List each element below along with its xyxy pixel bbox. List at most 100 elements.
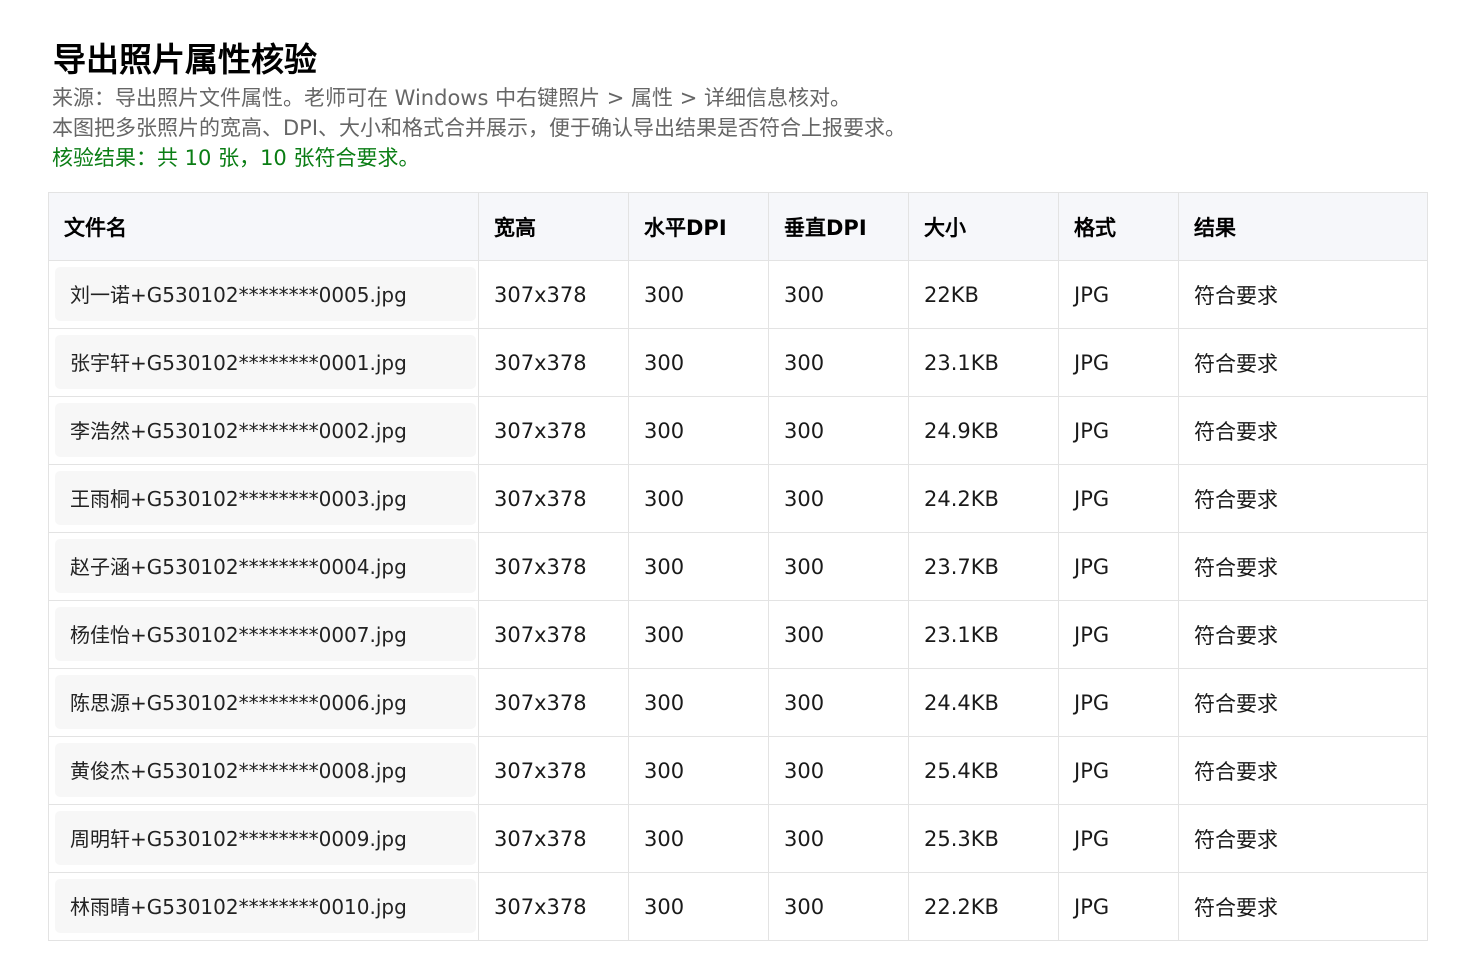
- cell-dimensions: 307x378: [479, 261, 629, 328]
- column-header-vertical-dpi: 垂直DPI: [769, 193, 909, 260]
- cell-vertical-dpi: 300: [769, 805, 909, 872]
- cell-filename: 陈思源+G530102********0006.jpg: [49, 669, 479, 736]
- filename-text: 王雨桐+G530102********0003.jpg: [55, 470, 476, 525]
- table-body: 刘一诺+G530102********0005.jpg 307x378 300 300…: [49, 261, 1427, 941]
- column-header-result: 结果: [1194, 215, 1236, 240]
- table-row: 杨佳怡+G530102********0007.jpg 307x378 300 300…: [49, 601, 1427, 669]
- cell-vertical-dpi: 300: [769, 601, 909, 668]
- cell-filename: 李浩然+G530102********0002.jpg: [49, 397, 479, 464]
- cell-result: 符合要求: [1194, 351, 1278, 376]
- cell-dimensions: 307x378: [479, 601, 629, 668]
- cell-horizontal-dpi: 300: [629, 329, 769, 396]
- table-row: 林雨晴+G530102********0010.jpg 307x378 300 300…: [49, 873, 1427, 941]
- filename-text: 杨佳怡+G530102********0007.jpg: [55, 606, 476, 661]
- cell-result: 符合要求: [1194, 691, 1278, 716]
- cell-format: JPG: [1059, 805, 1179, 872]
- cell-dimensions: 307x378: [479, 397, 629, 464]
- cell-format: JPG: [1059, 873, 1179, 940]
- cell-result: 符合要求: [1194, 555, 1278, 580]
- filename-text: 刘一诺+G530102********0005.jpg: [55, 266, 476, 321]
- table-row: 李浩然+G530102********0002.jpg 307x378 300 300…: [49, 397, 1427, 465]
- filename-text: 陈思源+G530102********0006.jpg: [55, 674, 476, 729]
- cell-file-size: 25.3KB: [909, 805, 1059, 872]
- table-row: 周明轩+G530102********0009.jpg 307x378 300 300…: [49, 805, 1427, 873]
- cell-filename: 王雨桐+G530102********0003.jpg: [49, 465, 479, 532]
- cell-format: JPG: [1059, 397, 1179, 464]
- cell-vertical-dpi: 300: [769, 737, 909, 804]
- cell-filename: 周明轩+G530102********0009.jpg: [49, 805, 479, 872]
- cell-vertical-dpi: 300: [769, 873, 909, 940]
- cell-format: JPG: [1059, 669, 1179, 736]
- table-header-row: 文件名 宽高 水平DPI 垂直DPI 大小 格式 结果: [49, 193, 1427, 261]
- cell-result: 符合要求: [1194, 487, 1278, 512]
- photo-attributes-table: 文件名 宽高 水平DPI 垂直DPI 大小 格式 结果 刘一诺+G530102*…: [48, 192, 1428, 941]
- source-note: 来源：导出照片文件属性。老师可在 Windows 中右键照片 > 属性 > 详细…: [52, 86, 851, 110]
- cell-filename: 赵子涵+G530102********0004.jpg: [49, 533, 479, 600]
- cell-horizontal-dpi: 300: [629, 397, 769, 464]
- column-header-horizontal-dpi: 水平DPI: [629, 193, 769, 260]
- cell-filename: 杨佳怡+G530102********0007.jpg: [49, 601, 479, 668]
- cell-vertical-dpi: 300: [769, 533, 909, 600]
- cell-filename: 黄俊杰+G530102********0008.jpg: [49, 737, 479, 804]
- cell-result: 符合要求: [1194, 827, 1278, 852]
- filename-text: 张宇轩+G530102********0001.jpg: [55, 334, 476, 389]
- filename-text: 赵子涵+G530102********0004.jpg: [55, 538, 476, 593]
- photo-attribute-report: 导出照片属性核验 来源：导出照片文件属性。老师可在 Windows 中右键照片 …: [0, 0, 1480, 978]
- cell-horizontal-dpi: 300: [629, 669, 769, 736]
- cell-format: JPG: [1059, 329, 1179, 396]
- cell-horizontal-dpi: 300: [629, 873, 769, 940]
- cell-vertical-dpi: 300: [769, 329, 909, 396]
- cell-dimensions: 307x378: [479, 533, 629, 600]
- column-header-filename: 文件名: [49, 193, 479, 260]
- cell-horizontal-dpi: 300: [629, 805, 769, 872]
- cell-file-size: 22KB: [909, 261, 1059, 328]
- cell-format: JPG: [1059, 601, 1179, 668]
- cell-horizontal-dpi: 300: [629, 533, 769, 600]
- description-note: 本图把多张照片的宽高、DPI、大小和格式合并展示，便于确认导出结果是否符合上报要…: [52, 116, 907, 140]
- cell-file-size: 22.2KB: [909, 873, 1059, 940]
- cell-format: JPG: [1059, 737, 1179, 804]
- cell-format: JPG: [1059, 465, 1179, 532]
- table-row: 王雨桐+G530102********0003.jpg 307x378 300 300…: [49, 465, 1427, 533]
- cell-file-size: 24.2KB: [909, 465, 1059, 532]
- cell-result: 符合要求: [1194, 895, 1278, 920]
- page-title: 导出照片属性核验: [53, 40, 317, 79]
- cell-dimensions: 307x378: [479, 737, 629, 804]
- cell-filename: 刘一诺+G530102********0005.jpg: [49, 261, 479, 328]
- cell-format: JPG: [1059, 261, 1179, 328]
- verification-result: 核验结果：共 10 张，10 张符合要求。: [52, 146, 420, 170]
- cell-format: JPG: [1059, 533, 1179, 600]
- cell-vertical-dpi: 300: [769, 261, 909, 328]
- cell-result: 符合要求: [1194, 759, 1278, 784]
- cell-result: 符合要求: [1194, 283, 1278, 308]
- filename-text: 周明轩+G530102********0009.jpg: [55, 810, 476, 865]
- cell-dimensions: 307x378: [479, 805, 629, 872]
- cell-dimensions: 307x378: [479, 465, 629, 532]
- table-row: 张宇轩+G530102********0001.jpg 307x378 300 300…: [49, 329, 1427, 397]
- filename-text: 黄俊杰+G530102********0008.jpg: [55, 742, 476, 797]
- column-header-size: 大小: [909, 193, 1059, 260]
- cell-vertical-dpi: 300: [769, 465, 909, 532]
- cell-file-size: 24.9KB: [909, 397, 1059, 464]
- cell-dimensions: 307x378: [479, 669, 629, 736]
- cell-horizontal-dpi: 300: [629, 601, 769, 668]
- cell-file-size: 25.4KB: [909, 737, 1059, 804]
- cell-dimensions: 307x378: [479, 329, 629, 396]
- cell-horizontal-dpi: 300: [629, 261, 769, 328]
- column-header-format: 格式: [1059, 193, 1179, 260]
- cell-result: 符合要求: [1194, 623, 1278, 648]
- table-row: 刘一诺+G530102********0005.jpg 307x378 300 300…: [49, 261, 1427, 329]
- table-row: 黄俊杰+G530102********0008.jpg 307x378 300 300…: [49, 737, 1427, 805]
- cell-horizontal-dpi: 300: [629, 465, 769, 532]
- column-header-dimensions: 宽高: [479, 193, 629, 260]
- table-row: 赵子涵+G530102********0004.jpg 307x378 300 300…: [49, 533, 1427, 601]
- cell-vertical-dpi: 300: [769, 397, 909, 464]
- cell-result: 符合要求: [1194, 419, 1278, 444]
- cell-filename: 林雨晴+G530102********0010.jpg: [49, 873, 479, 940]
- filename-text: 林雨晴+G530102********0010.jpg: [55, 878, 476, 933]
- cell-file-size: 23.1KB: [909, 601, 1059, 668]
- cell-file-size: 23.1KB: [909, 329, 1059, 396]
- cell-file-size: 24.4KB: [909, 669, 1059, 736]
- cell-horizontal-dpi: 300: [629, 737, 769, 804]
- cell-file-size: 23.7KB: [909, 533, 1059, 600]
